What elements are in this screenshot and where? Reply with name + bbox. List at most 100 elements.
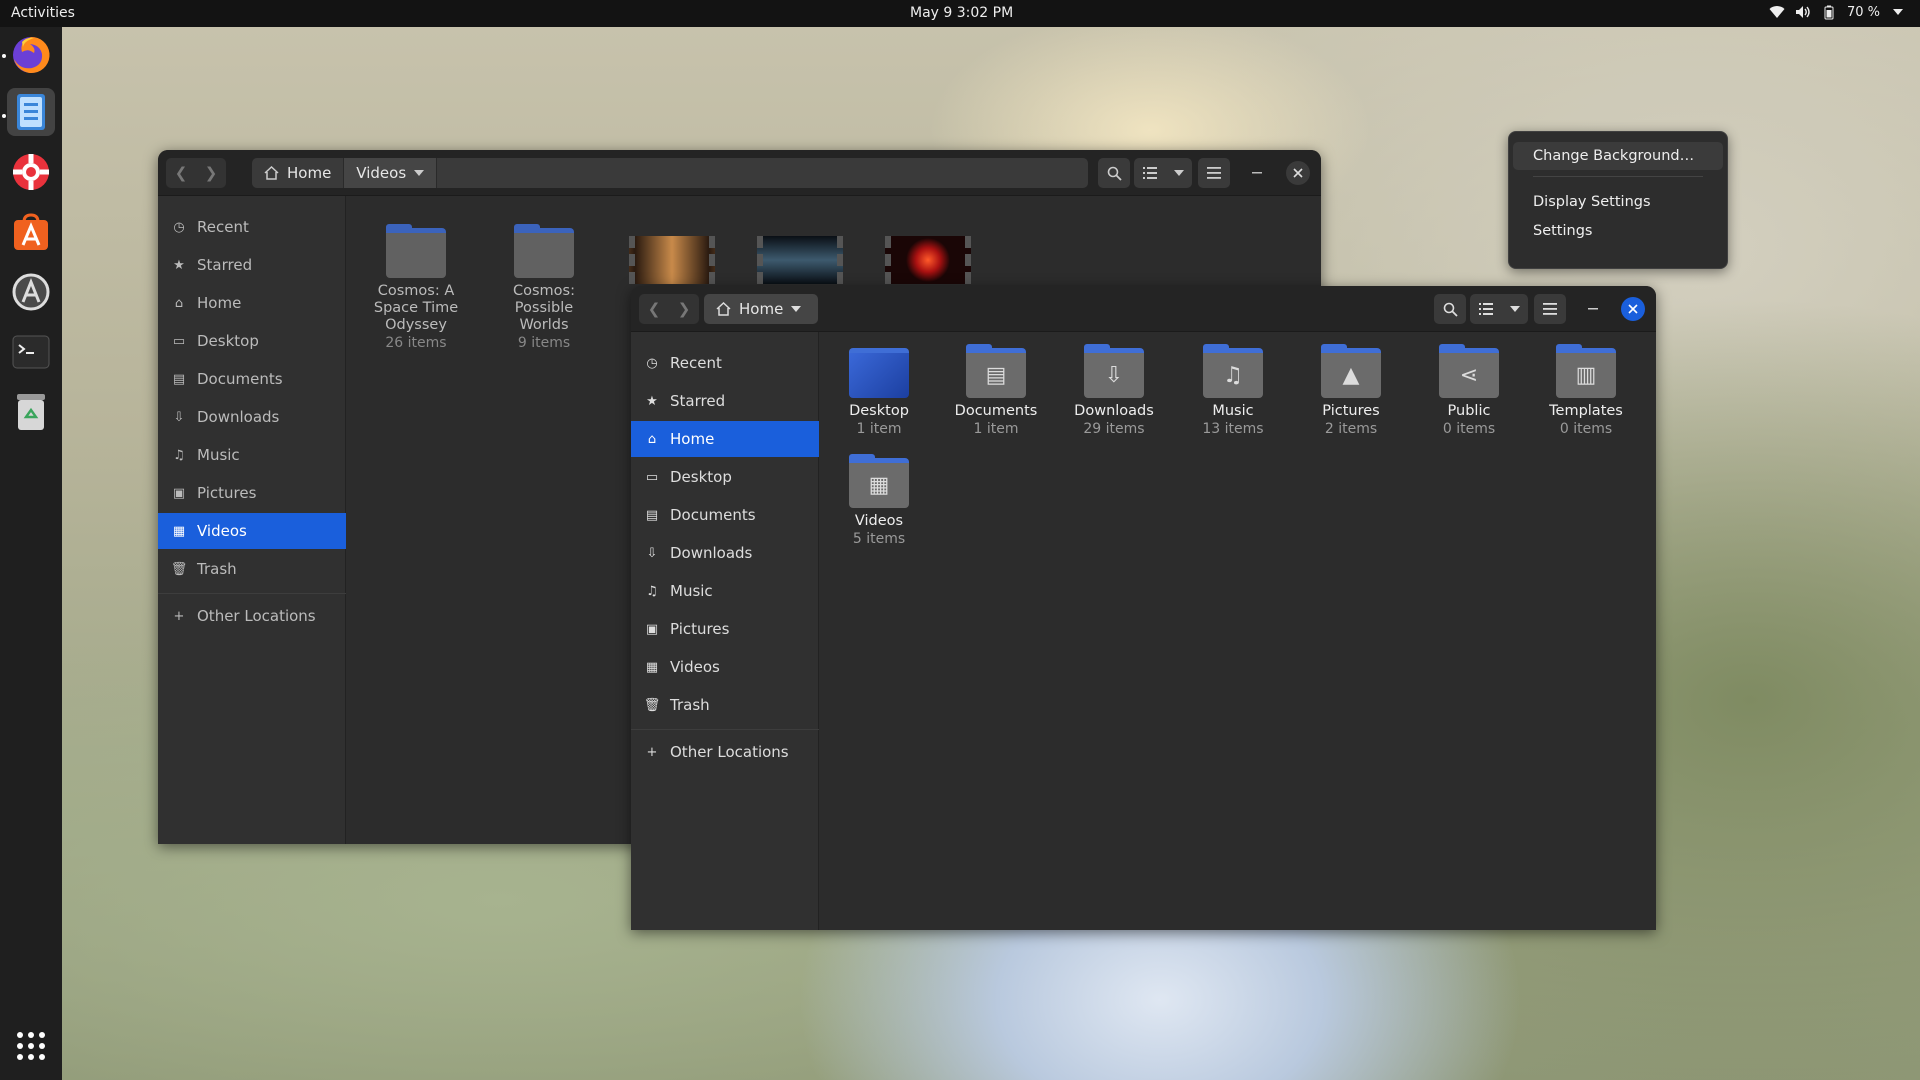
sidebar-item-music[interactable]: ♫ Music [158,437,346,473]
trash-icon: 🗑 [170,561,188,577]
show-apps-icon[interactable] [7,1022,55,1070]
path-bar[interactable]: Home Videos [252,158,1088,188]
sidebar-item-pictures[interactable]: ▣ Pictures [158,475,346,511]
sidebar-item-recent[interactable]: ◷ Recent [631,345,819,381]
forward-button[interactable]: ❯ [196,164,226,182]
forward-button[interactable]: ❯ [669,300,699,318]
chevron-down-icon[interactable] [1509,306,1520,312]
sidebar-item-downloads[interactable]: ⇩ Downloads [158,399,346,435]
terminal-icon[interactable] [7,328,55,376]
menu-button[interactable] [1198,158,1230,188]
back-button[interactable]: ❮ [166,164,196,182]
chevron-down-icon[interactable] [1173,170,1184,176]
software-center-icon[interactable] [7,208,55,256]
sidebar-item-pictures[interactable]: ▣ Pictures [631,611,819,647]
folder-item-pictures[interactable]: ▲ Pictures 2 items [1296,344,1406,438]
menu-button[interactable] [1534,294,1566,324]
trash-icon[interactable] [7,388,55,436]
sidebar-item-music[interactable]: ♫ Music [631,573,819,609]
sidebar-item-starred[interactable]: ★ Starred [631,383,819,419]
documents-folder-icon: ▤ [966,344,1026,398]
folder-count: 1 item [973,421,1019,437]
sidebar-item-label: Downloads [197,408,280,426]
sidebar-item-label: Trash [197,560,237,578]
minimize-button[interactable] [1244,158,1270,188]
path-home[interactable]: Home [252,158,345,188]
sidebar-item-label: Desktop [670,468,732,486]
folder-name: Cosmos: Possible Worlds [513,283,575,333]
document-icon: ▤ [172,371,186,387]
path-bar[interactable]: Home [704,294,818,324]
updater-icon[interactable] [7,268,55,316]
change-background-item[interactable]: Change Background… [1513,142,1723,170]
star-icon: ★ [173,257,185,273]
activities-button[interactable]: Activities [11,5,75,21]
search-button[interactable] [1098,158,1130,188]
folder-item-downloads[interactable]: ⇩ Downloads 29 items [1059,344,1169,438]
list-view-icon[interactable] [1142,167,1157,179]
folder-icon [514,224,574,278]
chevron-down-icon[interactable] [1890,4,1906,20]
path-home[interactable]: Home [704,294,813,324]
sidebar-item-home[interactable]: ⌂ Home [158,285,346,321]
top-bar: Activities May 9 3:02 PM 70 % [0,0,1920,27]
minimize-icon [1252,172,1262,174]
display-settings-item[interactable]: Display Settings [1513,188,1723,216]
sidebar-item-videos[interactable]: ▦ Videos [631,649,819,685]
folder-count: 13 items [1202,421,1264,437]
system-tray[interactable]: 70 % [1769,4,1906,20]
search-button[interactable] [1434,294,1466,324]
files-icon[interactable] [7,88,55,136]
video-thumbnail[interactable] [629,236,715,284]
view-toggle[interactable] [1470,294,1528,324]
video-thumbnail[interactable] [885,236,971,284]
sidebar-item-home[interactable]: ⌂ Home [631,421,819,457]
files-window-home[interactable]: ❮ ❯ Home ◷ Recent ★ Starred ⌂ Home ▭ Des… [631,286,1656,930]
close-icon [1628,304,1638,314]
sidebar-item-desktop[interactable]: ▭ Desktop [158,323,346,359]
folder-item-music[interactable]: ♫ Music 13 items [1178,344,1288,438]
battery-icon[interactable] [1821,4,1837,20]
help-icon[interactable] [7,148,55,196]
sidebar-item-trash[interactable]: 🗑 Trash [631,687,819,723]
back-button[interactable]: ❮ [639,300,669,318]
desktop-icon: ▭ [645,469,659,485]
sidebar-item-downloads[interactable]: ⇩ Downloads [631,535,819,571]
minimize-button[interactable] [1580,294,1606,324]
sidebar-item-starred[interactable]: ★ Starred [158,247,346,283]
sidebar-item-label: Documents [197,370,283,388]
folder-name: Downloads [1074,403,1154,419]
sidebar-item-label: Home [670,430,715,448]
sidebar-item-recent[interactable]: ◷ Recent [158,209,346,245]
folder-item-documents[interactable]: ▤ Documents 1 item [941,344,1051,438]
sidebar-item-other-locations[interactable]: + Other Locations [631,734,819,770]
chevron-down-icon[interactable] [414,170,425,176]
folder-item[interactable]: Cosmos: A Space Time Odyssey 26 items [361,224,471,352]
folder-item-templates[interactable]: ▥ Templates 0 items [1531,344,1641,438]
settings-item[interactable]: Settings [1513,217,1723,245]
sidebar-item-documents[interactable]: ▤ Documents [158,361,346,397]
volume-icon[interactable] [1795,4,1811,20]
sidebar-item-desktop[interactable]: ▭ Desktop [631,459,819,495]
wifi-icon[interactable] [1769,4,1785,20]
sidebar-item-documents[interactable]: ▤ Documents [631,497,819,533]
folder-item-public[interactable]: ⋖ Public 0 items [1414,344,1524,438]
nav-buttons: ❮ ❯ [166,158,226,188]
folder-item-videos[interactable]: ▦ Videos 5 items [824,454,934,548]
chevron-down-icon[interactable] [791,306,802,312]
firefox-icon[interactable] [7,31,55,79]
clock-icon: ◷ [646,355,658,371]
video-thumbnail[interactable] [757,236,843,284]
list-view-icon[interactable] [1478,303,1493,315]
sidebar-item-trash[interactable]: 🗑 Trash [158,551,346,587]
sidebar-item-other-locations[interactable]: + Other Locations [158,598,346,634]
sidebar-item-videos[interactable]: ▦ Videos [158,513,346,549]
search-icon [1107,166,1122,181]
folder-item-desktop[interactable]: Desktop 1 item [824,344,934,438]
close-button[interactable] [1286,161,1310,185]
path-videos[interactable]: Videos [344,158,438,188]
close-button[interactable] [1621,297,1645,321]
clock[interactable]: May 9 3:02 PM [910,5,1013,21]
folder-item[interactable]: Cosmos: Possible Worlds 9 items [489,224,599,352]
view-toggle[interactable] [1134,158,1192,188]
